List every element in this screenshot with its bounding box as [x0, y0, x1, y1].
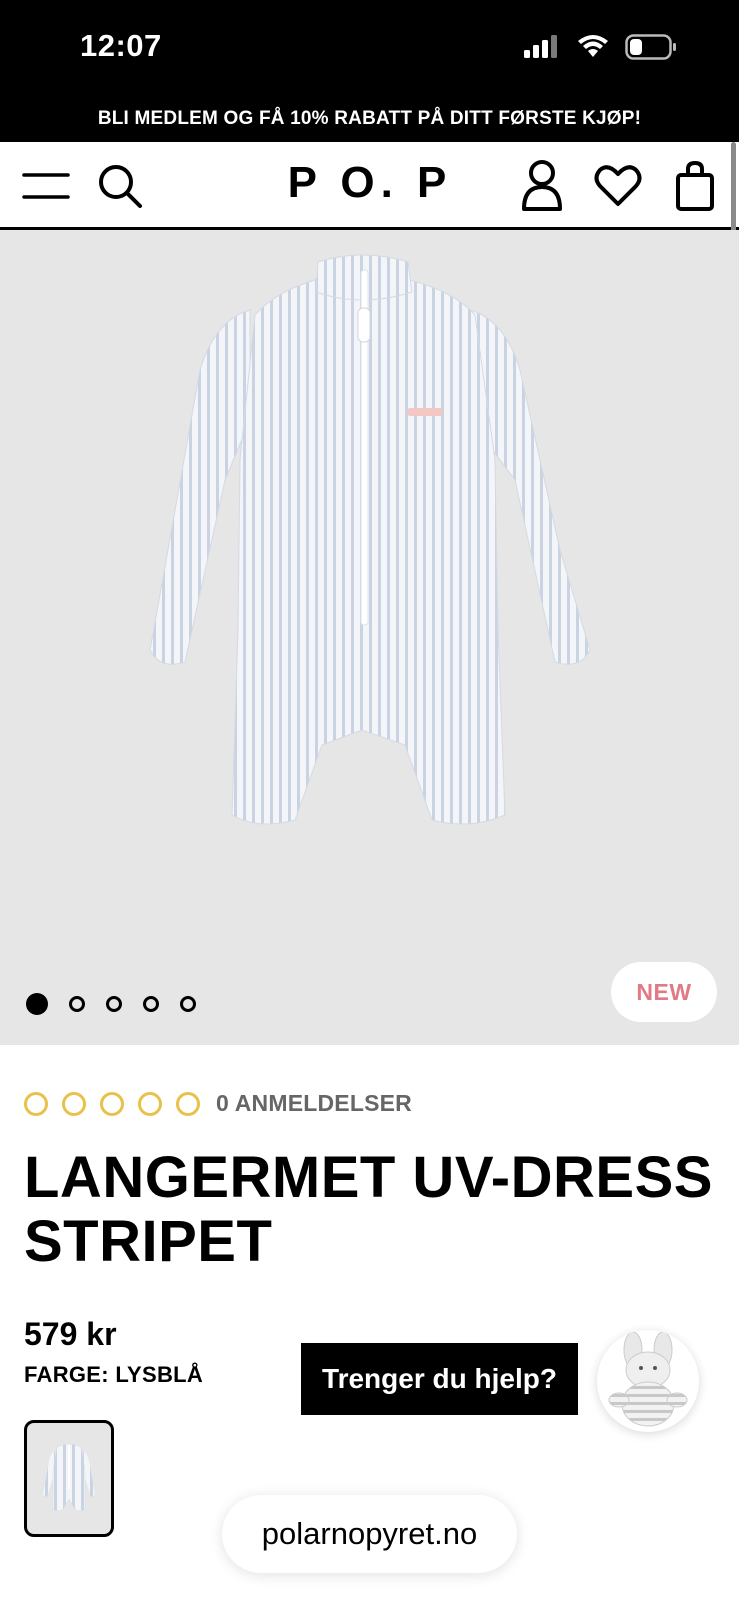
- browser-url-bar[interactable]: polarnopyret.no: [222, 1495, 517, 1573]
- bunny-toy-icon: [608, 1331, 688, 1427]
- carousel-dot[interactable]: [106, 996, 122, 1012]
- carousel-dot[interactable]: [26, 993, 48, 1015]
- help-button[interactable]: Trenger du hjelp?: [301, 1343, 578, 1415]
- carousel-dot[interactable]: [143, 996, 159, 1012]
- product-thumbnail-image: [43, 1443, 95, 1512]
- product-price: 579 kr: [24, 1316, 117, 1352]
- heart-icon[interactable]: [594, 162, 642, 210]
- product-color: FARGE: LYSBLÅ: [24, 1362, 204, 1387]
- new-badge: NEW: [611, 962, 717, 1022]
- reviews-link[interactable]: 0 ANMELDELSER: [216, 1090, 412, 1117]
- signal-icon: [524, 35, 557, 58]
- account-icon[interactable]: [519, 158, 565, 212]
- product-title: LANGERMET UV-DRESS STRIPET: [24, 1145, 713, 1274]
- carousel-dot[interactable]: [180, 996, 196, 1012]
- status-bar: 12:07: [0, 0, 739, 96]
- status-icons: [523, 34, 677, 60]
- rating-row: 0 ANMELDELSER: [24, 1090, 412, 1117]
- rating-circle-icon[interactable]: [100, 1091, 124, 1116]
- rating-circle-icon[interactable]: [24, 1091, 48, 1116]
- site-header: P O. P: [0, 142, 739, 230]
- help-avatar[interactable]: [597, 1330, 699, 1432]
- battery-icon: [625, 34, 676, 60]
- product-thumbnail[interactable]: [24, 1420, 114, 1537]
- bag-icon[interactable]: [674, 160, 716, 212]
- product-image-carousel[interactable]: [0, 230, 739, 1045]
- search-icon[interactable]: [96, 162, 144, 210]
- wifi-icon: [578, 35, 608, 57]
- carousel-dots: [26, 993, 196, 1015]
- carousel-dot[interactable]: [69, 996, 85, 1012]
- promo-banner[interactable]: BLI MEDLEM OG FÅ 10% RABATT PÅ DITT FØRS…: [0, 96, 739, 142]
- site-logo[interactable]: P O. P: [270, 158, 470, 208]
- promo-text: BLI MEDLEM OG FÅ 10% RABATT PÅ DITT FØRS…: [97, 108, 642, 129]
- menu-icon[interactable]: [22, 166, 70, 206]
- status-time: 12:07: [80, 28, 162, 63]
- rating-circle-icon[interactable]: [176, 1091, 200, 1116]
- rating-circle-icon[interactable]: [138, 1091, 162, 1116]
- product-image: [149, 254, 591, 825]
- rating-circle-icon[interactable]: [62, 1091, 86, 1116]
